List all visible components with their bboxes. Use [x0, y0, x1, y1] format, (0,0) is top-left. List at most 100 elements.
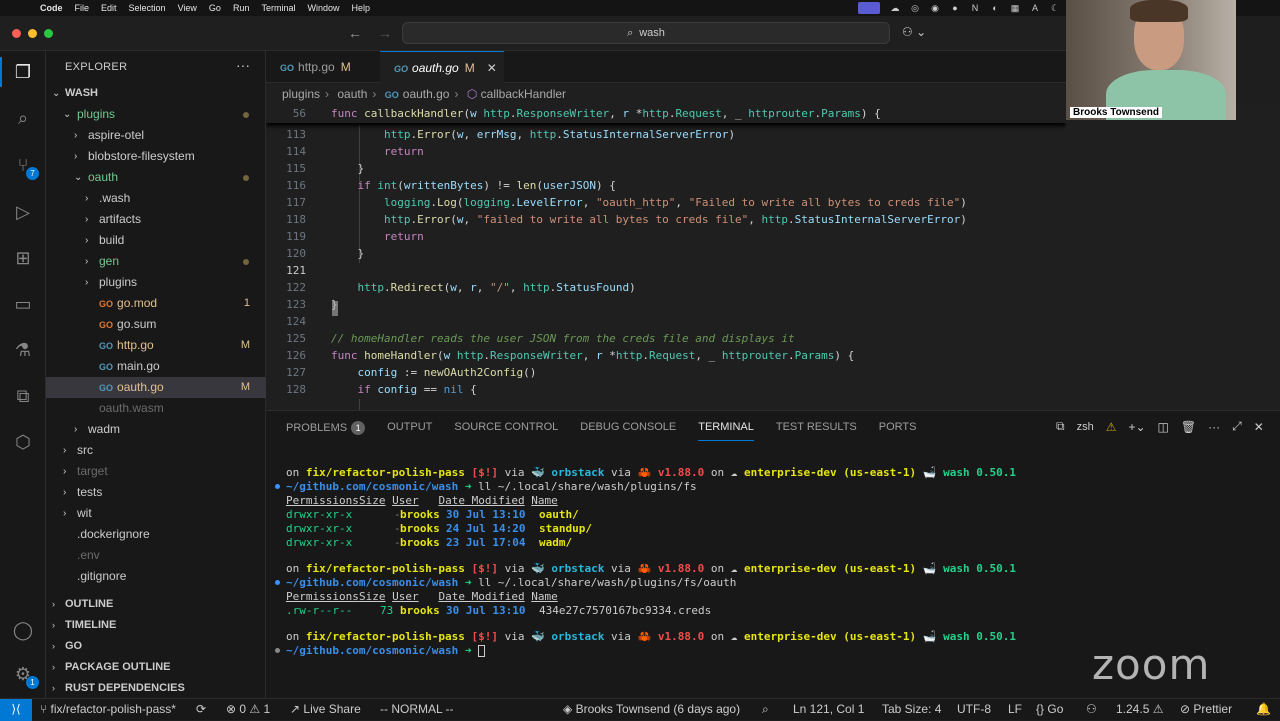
tree-root[interactable]: ⌄ WASH	[46, 83, 266, 104]
menu-view[interactable]: View	[178, 3, 197, 13]
tree-file[interactable]: .dockerignore	[46, 524, 266, 545]
tree-folder[interactable]: › plugins	[46, 272, 266, 293]
forward-arrow-icon[interactable]: →	[378, 25, 392, 41]
new-terminal-icon[interactable]: +⌄	[1128, 420, 1145, 434]
target-icon[interactable]: ◎	[910, 3, 920, 13]
tab-oauth-go[interactable]: GO oauth.go M ✕	[380, 51, 504, 83]
tab-size[interactable]: Tab Size: 4	[882, 699, 941, 720]
menu-go[interactable]: Go	[209, 3, 221, 13]
tab-test-results[interactable]: TEST RESULTS	[776, 421, 857, 441]
tab-http-go[interactable]: GO http.go M	[266, 51, 380, 83]
tree-folder[interactable]: › aspire-otel	[46, 125, 266, 146]
minimap[interactable]	[1066, 105, 1280, 410]
tree-folder[interactable]: › .wash	[46, 188, 266, 209]
section-package-outline[interactable]: › PACKAGE OUTLINE	[46, 657, 266, 678]
problems-status[interactable]: ⊗ 0 ⚠ 1	[226, 699, 270, 720]
minimize-window-button[interactable]	[28, 29, 37, 38]
section-outline[interactable]: › OUTLINE	[46, 594, 266, 615]
breadcrumb-item[interactable]: callbackHandler	[481, 87, 566, 101]
tree-folder[interactable]: › blobstore-filesystem	[46, 146, 266, 167]
chrome-icon[interactable]: ◐	[990, 3, 1000, 13]
cloud-icon[interactable]: ☁	[890, 3, 900, 13]
cursor-position[interactable]: Ln 121, Col 1	[793, 699, 864, 720]
command-center-search[interactable]: ⌕ wash	[402, 22, 890, 44]
tree-file[interactable]: GO go.sum	[46, 314, 266, 335]
command-decoration-icon[interactable]	[275, 648, 280, 653]
tree-folder[interactable]: › build	[46, 230, 266, 251]
tree-folder[interactable]: › target	[46, 461, 266, 482]
live-share-status[interactable]: ↗ Live Share	[290, 699, 361, 720]
tree-folder[interactable]: › gen	[46, 251, 266, 272]
grid-icon[interactable]: ▦	[1010, 3, 1020, 13]
tree-file[interactable]: GO main.go	[46, 356, 266, 377]
tree-folder[interactable]: ⌄ oauth	[46, 167, 266, 188]
copilot-menu-icon[interactable]: ⚇ ⌄	[902, 25, 926, 39]
close-window-button[interactable]	[12, 29, 21, 38]
explorer-icon[interactable]: ❐	[11, 60, 35, 84]
search-view-icon[interactable]: ⌕	[11, 106, 35, 130]
tree-folder[interactable]: › wadm	[46, 419, 266, 440]
notifications-icon[interactable]: 🔔	[1256, 699, 1271, 720]
command-decoration-icon[interactable]	[275, 484, 280, 489]
account-icon[interactable]: ◯	[11, 618, 35, 642]
language-mode[interactable]: {} Go	[1036, 699, 1063, 720]
source-control-icon[interactable]: ⑂ 7	[11, 153, 39, 180]
section-timeline[interactable]: › TIMELINE	[46, 615, 266, 636]
remote-explorer-icon[interactable]: ▭	[11, 292, 35, 316]
tab-source-control[interactable]: SOURCE CONTROL	[454, 421, 558, 441]
section-rust-dependencies[interactable]: › RUST DEPENDENCIES	[46, 678, 266, 699]
docker-icon[interactable]: ⬡	[11, 430, 35, 454]
tree-folder[interactable]: › tests	[46, 482, 266, 503]
maximize-icon[interactable]: ⤢	[1232, 419, 1242, 434]
tree-file[interactable]: GO http.go M	[46, 335, 266, 356]
menu-file[interactable]: File	[75, 3, 90, 13]
menu-selection[interactable]: Selection	[129, 3, 166, 13]
encoding[interactable]: UTF-8	[957, 699, 991, 720]
menu-edit[interactable]: Edit	[101, 3, 117, 13]
tree-folder[interactable]: ⌄ plugins	[46, 104, 266, 125]
command-decoration-icon[interactable]	[275, 580, 280, 585]
tree-folder[interactable]: › artifacts	[46, 209, 266, 230]
git-blame-status[interactable]: ◈ Brooks Townsend (6 days ago)	[563, 699, 740, 720]
tab-ports[interactable]: PORTS	[879, 421, 917, 441]
copilot-status-icon[interactable]: ⚇	[1086, 699, 1097, 720]
tree-file[interactable]: .env	[46, 545, 266, 566]
sync-icon[interactable]: ⟳	[196, 699, 206, 720]
menu-run[interactable]: Run	[233, 3, 250, 13]
go-version[interactable]: 1.24.5 ⚠	[1116, 699, 1163, 720]
menu-window[interactable]: Window	[307, 3, 339, 13]
close-panel-icon[interactable]: ✕	[1254, 420, 1264, 434]
breadcrumb-item[interactable]: plugins	[282, 87, 320, 101]
menu-app[interactable]: Code	[40, 3, 63, 13]
tree-file[interactable]: GO oauth.go M	[46, 377, 266, 398]
record-icon[interactable]: ●	[950, 3, 960, 13]
zoom-window-button[interactable]	[44, 29, 53, 38]
branch-status[interactable]: ⑂ fix/refactor-polish-pass*	[40, 699, 176, 720]
eol[interactable]: LF	[1008, 699, 1022, 720]
code-editor[interactable]: 56 func callbackHandler(w http.ResponseW…	[266, 105, 1066, 410]
tab-debug-console[interactable]: DEBUG CONSOLE	[580, 421, 676, 441]
tab-output[interactable]: OUTPUT	[387, 421, 432, 441]
zoom-share-icon[interactable]	[858, 2, 880, 14]
more-icon[interactable]: ···	[1208, 420, 1220, 434]
tab-problems[interactable]: PROBLEMS 1	[286, 421, 366, 441]
close-tab-icon[interactable]: ✕	[487, 61, 497, 75]
shell-name[interactable]: zsh	[1077, 421, 1094, 433]
remote-indicator-icon[interactable]: ⟩⟨	[0, 699, 32, 721]
trash-icon[interactable]: 🗑	[1181, 420, 1196, 434]
testing-icon[interactable]: ⚗	[11, 338, 35, 362]
run-debug-icon[interactable]: ▷	[11, 200, 35, 224]
back-arrow-icon[interactable]: ←	[348, 25, 362, 41]
sticky-scroll-line[interactable]: 56 func callbackHandler(w http.ResponseW…	[266, 105, 1066, 123]
extensions-icon[interactable]: ⊞	[11, 246, 35, 270]
tab-terminal[interactable]: TERMINAL	[698, 421, 754, 441]
breadcrumb-item[interactable]: oauth	[337, 87, 367, 101]
tree-file[interactable]: .gitignore	[46, 566, 266, 587]
tree-file[interactable]: oauth.wasm	[46, 398, 266, 419]
split-terminal-icon[interactable]: ◫	[1158, 420, 1169, 434]
section-go[interactable]: › GO	[46, 636, 266, 657]
tree-folder[interactable]: › wit	[46, 503, 266, 524]
prettier-status[interactable]: ⊘ Prettier	[1180, 699, 1232, 720]
tree-folder[interactable]: › src	[46, 440, 266, 461]
menu-help[interactable]: Help	[351, 3, 370, 13]
